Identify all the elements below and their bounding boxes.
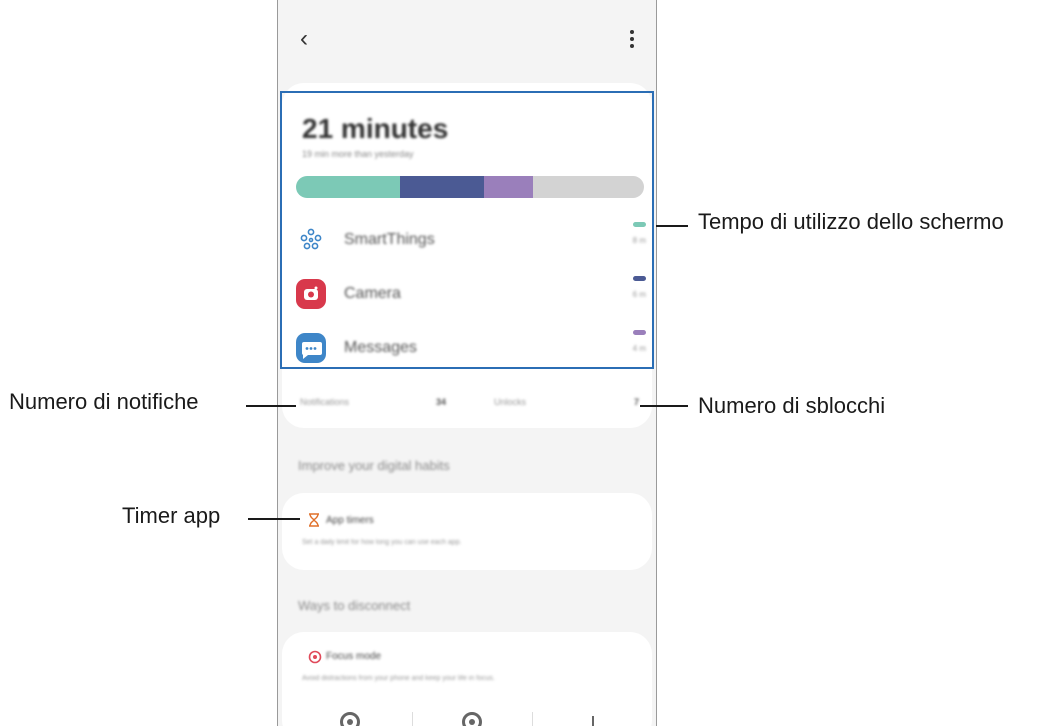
focus-mode-option-icon[interactable] — [462, 712, 482, 726]
focus-mode-option-icon[interactable] — [340, 712, 360, 726]
callout-screen-time: Tempo di utilizzo dello schermo — [698, 209, 1004, 234]
focus-mode-card[interactable]: Focus mode Avoid distractions from your … — [282, 632, 652, 726]
back-icon[interactable]: ‹ — [300, 27, 308, 51]
app-timers-description: Set a daily limit for how long you can u… — [302, 539, 462, 546]
callout-line — [640, 405, 688, 407]
divider — [532, 712, 533, 726]
focus-mode-label: Focus mode — [326, 651, 382, 662]
callout-line — [248, 518, 300, 520]
focus-mode-description: Avoid distractions from your phone and k… — [302, 675, 495, 682]
more-options-icon[interactable] — [630, 30, 634, 51]
unlocks-count: 7 — [634, 397, 640, 407]
callout-notifications: Numero di notifiche — [9, 389, 199, 414]
divider — [412, 712, 413, 726]
callout-unlocks: Numero di sblocchi — [698, 393, 886, 418]
screen-time-highlight — [280, 91, 654, 369]
toolbar: ‹ — [278, 0, 656, 84]
callout-line — [656, 225, 688, 227]
focus-mode-icon — [308, 650, 322, 669]
notifications-count: 34 — [436, 397, 447, 407]
app-timers-card[interactable]: App timers Set a daily limit for how lon… — [282, 493, 652, 570]
add-option-icon[interactable] — [592, 716, 594, 726]
callout-app-timer: Timer app — [122, 503, 221, 528]
improve-section-title: Improve your digital habits — [298, 458, 450, 473]
unlocks-label: Unlocks — [494, 397, 527, 407]
disconnect-section-title: Ways to disconnect — [298, 598, 411, 613]
callout-line — [246, 405, 296, 407]
app-timers-label: App timers — [326, 515, 374, 526]
notifications-label: Notifications — [300, 397, 350, 407]
hourglass-icon — [308, 513, 320, 530]
